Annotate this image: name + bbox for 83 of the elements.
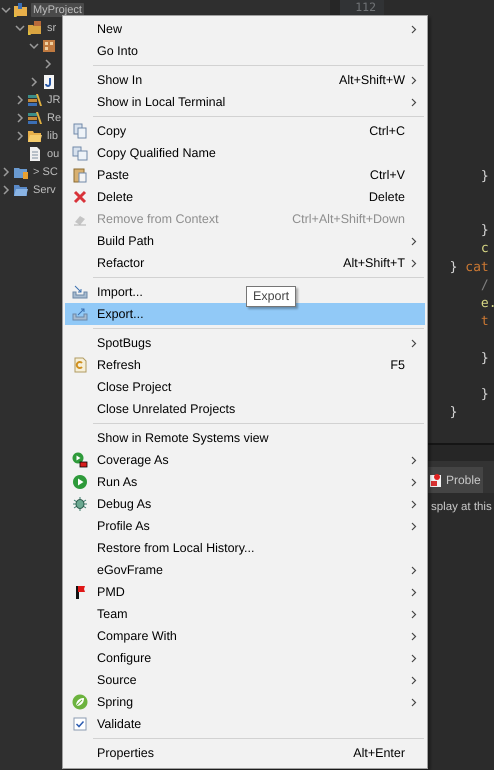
shortcut-text: Delete [368,190,406,204]
code-text: / [480,276,489,295]
folder-icon [27,128,43,144]
code-text: } [480,350,489,368]
menu-item[interactable]: Export... [65,303,425,325]
menu-item[interactable]: Show In [97,73,142,87]
menu-item[interactable]: Spring [97,695,134,709]
package-icon [41,38,57,54]
project-folder-icon [13,2,29,18]
books-icon [27,92,43,108]
menu-item[interactable]: Run As [97,475,138,489]
tree-item[interactable]: ou [45,147,62,161]
message-text: splay at this [431,501,492,513]
folder-icon [13,182,29,198]
export-icon [72,306,88,322]
tree-item[interactable]: Serv [31,183,58,197]
menu-item[interactable]: Show in Remote Systems view [97,431,269,445]
menu-item[interactable]: Copy [97,124,126,138]
tree-item[interactable]: lib [45,129,60,143]
code-text: } [480,386,489,404]
menu-item[interactable]: Go Into [97,44,138,58]
file-icon [27,146,43,162]
shortcut-text: Ctrl+V [370,168,406,182]
tree-item[interactable]: Re [45,111,64,125]
menu-item[interactable]: PMD [97,585,125,599]
menu-item[interactable]: Show in Local Terminal [97,95,226,109]
tree-item[interactable]: sr [45,21,58,35]
menu-item[interactable]: Validate [97,717,142,731]
code-text: } [450,258,458,277]
menu-item[interactable]: Restore from Local History... [97,541,254,555]
play-icon [72,474,88,490]
menu-item[interactable]: Compare With [97,629,177,643]
menu-item[interactable]: Coverage As [97,453,169,467]
tree-item[interactable]: JR [45,93,62,107]
line-number: 112 [355,0,376,14]
import-icon [72,284,88,300]
menu-item[interactable]: Team [97,607,128,621]
menu-item[interactable]: Close Unrelated Projects [97,402,236,416]
code-text: e. [480,295,494,313]
tree-item[interactable]: MyProject [31,3,84,17]
menu-item[interactable]: Refresh [97,358,141,372]
view-tab[interactable]: Proble [428,467,483,493]
menu-item[interactable]: Copy Qualified Name [97,146,216,160]
menu-item[interactable]: SpotBugs [97,336,152,350]
menu-item[interactable]: Delete [97,190,134,204]
code-text: } [480,168,489,186]
shortcut-text: Alt+Shift+T [343,256,406,270]
delete-icon [72,189,88,205]
menu-item[interactable]: Import... [97,285,143,299]
leaf-icon [72,694,88,710]
menu-item[interactable]: Profile As [97,519,150,533]
copy-icon [72,123,88,139]
shortcut-text: F5 [390,358,406,372]
code-text: } [480,222,489,240]
code-text: cat [465,258,489,277]
coverage-icon [72,452,88,468]
menu-item[interactable]: New [97,22,122,36]
checkbox-icon [72,716,88,732]
shortcut-text: Ctrl+C [369,124,406,138]
copy-icon [72,145,88,161]
menu-item[interactable]: Debug As [97,497,152,511]
menu-item[interactable]: Refactor [97,256,144,270]
menu-item[interactable]: Configure [97,651,152,665]
clipboard-icon [72,167,88,183]
menu-item[interactable]: Source [97,673,137,687]
menu-item[interactable]: Build Path [97,234,154,248]
java-file-icon [41,74,57,90]
menu-item[interactable]: Properties [97,746,154,760]
code-text: } [450,404,458,422]
menu-item[interactable]: eGovFrame [97,563,163,577]
tree-item[interactable]: > SC [31,165,60,179]
books-icon [27,110,43,126]
package-folder-icon [27,20,43,36]
bug-icon [72,496,88,512]
shortcut-text: Alt+Enter [353,746,406,760]
shortcut-text: Alt+Shift+W [339,73,406,87]
code-text: c [480,240,489,258]
shortcut-text: Ctrl+Alt+Shift+Down [292,212,406,226]
code-text: t [480,313,489,332]
menu-item[interactable]: Close Project [97,380,172,394]
menu-item[interactable]: Paste [97,168,129,182]
tooltip: Export [246,286,296,307]
error-icon [430,473,442,487]
